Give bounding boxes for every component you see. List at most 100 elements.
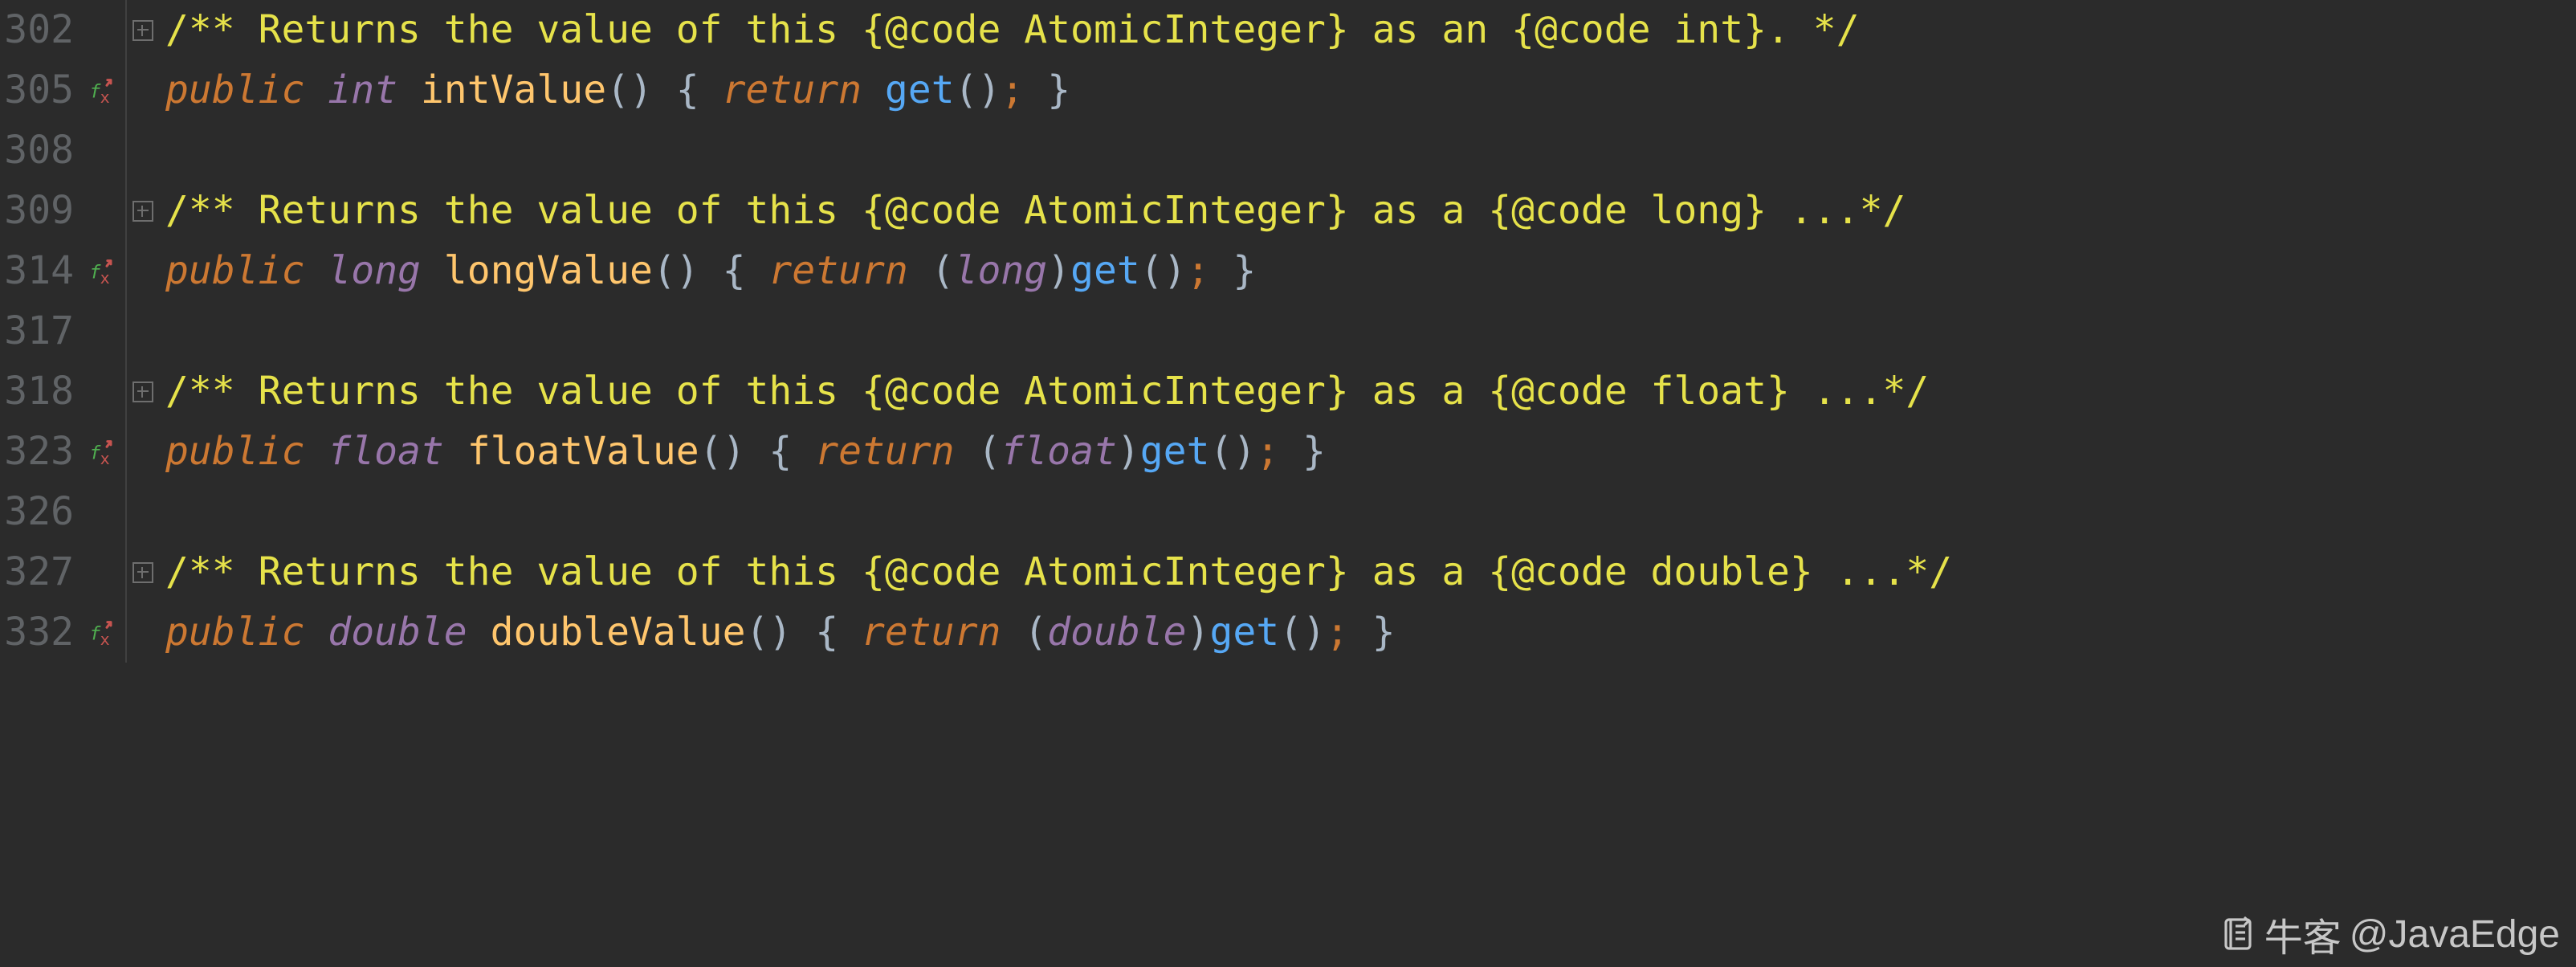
token: ) — [1187, 610, 1210, 655]
token: intValue — [421, 67, 606, 112]
token — [304, 248, 328, 293]
code-content[interactable]: /** Returns the value of this {@code Ato… — [159, 0, 1860, 60]
code-line[interactable]: 309 /** Returns the value of this {@code … — [0, 181, 2576, 241]
token: public — [165, 248, 304, 293]
gutter-marks: fx — [80, 75, 125, 107]
token: longValue — [444, 248, 653, 293]
code-editor[interactable]: 302/** Returns the value of this {@code … — [0, 0, 2576, 663]
watermark: 牛客 @JavaEdge — [2218, 906, 2560, 962]
code-content[interactable]: public float floatValue() { return (floa… — [159, 422, 1326, 482]
line-number: 308 — [0, 120, 80, 181]
override-method-icon[interactable]: fx — [87, 436, 119, 468]
token: ; — [1326, 610, 1349, 655]
token: /** Returns the value of this {@code Ato… — [165, 369, 1929, 414]
svg-text:x: x — [100, 268, 110, 288]
svg-text:x: x — [100, 449, 110, 468]
override-method-icon[interactable]: fx — [87, 255, 119, 288]
token: } — [1279, 429, 1326, 474]
code-line[interactable]: 314fx public long longValue() { return (l… — [0, 241, 2576, 301]
fold-region — [127, 381, 159, 402]
token: } — [1349, 610, 1396, 655]
line-number: 318 — [0, 361, 80, 422]
token: () — [1209, 429, 1256, 474]
gutter-separator — [125, 60, 127, 120]
gutter-separator — [125, 602, 127, 663]
code-line[interactable]: 332fx public double doubleValue() { retur… — [0, 602, 2576, 663]
fold-expand-icon[interactable] — [132, 381, 153, 402]
override-method-icon[interactable]: fx — [87, 617, 119, 649]
token: ; — [1256, 429, 1279, 474]
token: double — [328, 610, 467, 655]
token: doubleValue — [491, 610, 746, 655]
token: ; — [1187, 248, 1210, 293]
gutter-marks: fx — [80, 617, 125, 649]
gutter-separator — [125, 120, 127, 181]
code-content[interactable]: public double doubleValue() { return (do… — [159, 602, 1396, 663]
token: /** Returns the value of this {@code Ato… — [165, 7, 1860, 52]
token — [467, 610, 491, 655]
token: long — [328, 248, 421, 293]
token: double — [1047, 610, 1186, 655]
gutter-separator — [125, 241, 127, 301]
fold-expand-icon[interactable] — [132, 201, 153, 222]
token: () — [955, 67, 1001, 112]
token: /** Returns the value of this {@code Ato… — [165, 188, 1906, 233]
line-number: 323 — [0, 422, 80, 482]
token: public — [165, 67, 304, 112]
line-number: 314 — [0, 241, 80, 301]
code-line[interactable]: 302/** Returns the value of this {@code … — [0, 0, 2576, 60]
token: get — [1070, 248, 1140, 293]
line-number: 326 — [0, 482, 80, 542]
code-content[interactable]: /** Returns the value of this {@code Ato… — [159, 542, 1952, 602]
fold-region — [127, 20, 159, 41]
token: { — [768, 429, 815, 474]
token: ; — [1001, 67, 1024, 112]
code-line[interactable]: 327/** Returns the value of this {@code … — [0, 542, 2576, 602]
watermark-handle: @JavaEdge — [2350, 912, 2560, 957]
token — [421, 248, 444, 293]
fold-expand-icon[interactable] — [132, 562, 153, 583]
token: { — [815, 610, 862, 655]
token: () — [606, 67, 676, 112]
code-line[interactable]: 326 — [0, 482, 2576, 542]
code-line[interactable]: 308 — [0, 120, 2576, 181]
token: return — [768, 248, 907, 293]
code-content[interactable]: public int intValue() { return get(); } — [159, 60, 1070, 120]
token: return — [723, 67, 862, 112]
line-number: 305 — [0, 60, 80, 120]
fold-expand-icon[interactable] — [132, 20, 153, 41]
gutter-marks: fx — [80, 436, 125, 468]
token: get — [1140, 429, 1210, 474]
code-line[interactable]: 323fx public float floatValue() { return … — [0, 422, 2576, 482]
code-line[interactable]: 318 /** Returns the value of this {@code … — [0, 361, 2576, 422]
override-method-icon[interactable]: fx — [87, 75, 119, 107]
svg-text:x: x — [100, 88, 110, 107]
fold-region — [127, 201, 159, 222]
token: return — [862, 610, 1001, 655]
token: floatValue — [467, 429, 699, 474]
code-line[interactable]: 305fx public int intValue() { return get(… — [0, 60, 2576, 120]
token: float — [328, 429, 444, 474]
token: } — [1024, 67, 1070, 112]
token: () — [745, 610, 815, 655]
token: () — [1140, 248, 1187, 293]
token — [862, 67, 885, 112]
code-content[interactable]: /** Returns the value of this {@code Ato… — [159, 181, 1906, 241]
line-number: 317 — [0, 301, 80, 361]
notebook-icon — [2218, 915, 2256, 953]
token: ) — [1047, 248, 1070, 293]
watermark-site: 牛客 — [2264, 906, 2342, 962]
token: /** Returns the value of this {@code Ato… — [165, 549, 1952, 594]
line-number: 309 — [0, 181, 80, 241]
token — [304, 429, 328, 474]
token: ) — [1117, 429, 1140, 474]
gutter-separator — [125, 422, 127, 482]
code-content[interactable]: public long longValue() { return (long)g… — [159, 241, 1256, 301]
line-number: 332 — [0, 602, 80, 663]
token: get — [885, 67, 955, 112]
code-content[interactable]: /** Returns the value of this {@code Ato… — [159, 361, 1929, 422]
token: () — [699, 429, 769, 474]
token: () — [653, 248, 723, 293]
token: } — [1209, 248, 1256, 293]
code-line[interactable]: 317 — [0, 301, 2576, 361]
